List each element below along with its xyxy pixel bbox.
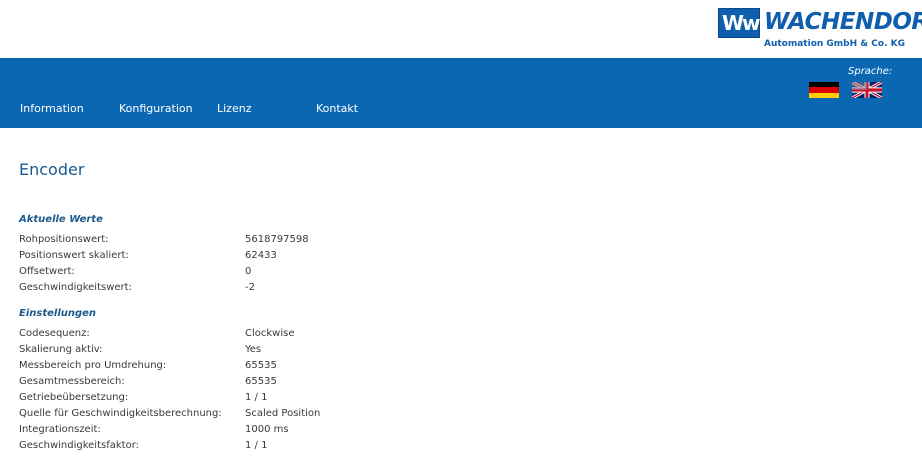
row-label: Offsetwert: xyxy=(19,266,75,277)
setting-row: Getriebeübersetzung: 1 / 1 xyxy=(19,390,519,406)
english-flag-icon[interactable] xyxy=(852,82,882,98)
row-label: Gesamtmessbereich: xyxy=(19,376,125,387)
row-label: Codesequenz: xyxy=(19,328,90,339)
row-label: Messbereich pro Umdrehung: xyxy=(19,360,167,371)
setting-row: Skalierung aktiv: Yes xyxy=(19,342,519,358)
nav-item-information[interactable]: Information xyxy=(20,102,84,116)
setting-row: Gesamtmessbereich: 65535 xyxy=(19,374,519,390)
row-value: -2 xyxy=(245,282,255,293)
row-value: 1000 ms xyxy=(245,424,289,435)
setting-row: Quelle für Geschwindigkeitsberechnung: S… xyxy=(19,406,519,422)
wachendorff-logo[interactable]: Ww WACHENDORFF Automation GmbH & Co. KG xyxy=(718,8,922,58)
logo-mark-icon: Ww xyxy=(718,8,761,38)
logo-name: WACHENDORFF xyxy=(764,9,922,35)
setting-row: Integrationszeit: 1000 ms xyxy=(19,422,519,438)
logo-subtitle: Automation GmbH & Co. KG xyxy=(764,39,905,49)
row-value: 65535 xyxy=(245,360,277,371)
row-label: Getriebeübersetzung: xyxy=(19,392,129,403)
section-title-aktuelle-werte: Aktuelle Werte xyxy=(19,214,103,225)
row-label: Geschwindigkeitswert: xyxy=(19,282,132,293)
setting-row: Codesequenz: Clockwise xyxy=(19,326,519,342)
language-label: Sprache: xyxy=(848,66,893,77)
row-label: Skalierung aktiv: xyxy=(19,344,103,355)
row-label: Positionswert skaliert: xyxy=(19,250,129,261)
page-title: Encoder xyxy=(19,160,85,179)
row-label: Quelle für Geschwindigkeitsberechnung: xyxy=(19,408,222,419)
value-row: Offsetwert: 0 xyxy=(19,264,519,280)
german-flag-icon[interactable] xyxy=(809,82,839,98)
row-label: Rohpositionswert: xyxy=(19,234,109,245)
section-title-einstellungen: Einstellungen xyxy=(19,308,97,319)
row-value: Clockwise xyxy=(245,328,295,339)
setting-row: Geschwindigkeitsfaktor: 1 / 1 xyxy=(19,438,519,454)
row-label: Integrationszeit: xyxy=(19,424,101,435)
row-value: 65535 xyxy=(245,376,277,387)
value-row: Geschwindigkeitswert: -2 xyxy=(19,280,519,296)
nav-item-lizenz[interactable]: Lizenz xyxy=(217,102,251,116)
nav-item-kontakt[interactable]: Kontakt xyxy=(316,102,358,116)
value-row: Rohpositionswert: 5618797598 xyxy=(19,232,519,248)
row-value: 62433 xyxy=(245,250,277,261)
row-value: 5618797598 xyxy=(245,234,309,245)
row-value: Yes xyxy=(245,344,262,355)
nav-item-konfiguration[interactable]: Konfiguration xyxy=(119,102,193,116)
row-value: 1 / 1 xyxy=(245,392,268,403)
value-row: Positionswert skaliert: 62433 xyxy=(19,248,519,264)
page: Ww WACHENDORFF Automation GmbH & Co. KG … xyxy=(0,0,922,457)
setting-row: Messbereich pro Umdrehung: 65535 xyxy=(19,358,519,374)
main-navigation-bar: Information Konfiguration Lizenz Kontakt… xyxy=(0,58,922,128)
row-label: Geschwindigkeitsfaktor: xyxy=(19,440,139,451)
row-value: Scaled Position xyxy=(245,408,321,419)
row-value: 0 xyxy=(245,266,252,277)
row-value: 1 / 1 xyxy=(245,440,268,451)
